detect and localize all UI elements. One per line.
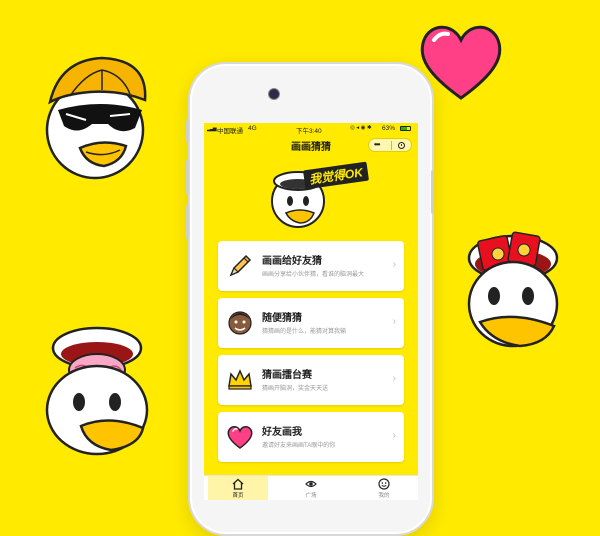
front-camera	[268, 88, 280, 100]
menu-card-title: 画画给好友猜	[262, 256, 322, 267]
smiley-icon	[378, 478, 390, 490]
menu-card-arena[interactable]: 猜画擂台赛 猜画开脑洞，奖金天天送 ›	[218, 355, 404, 405]
battery-label: 63%	[382, 125, 396, 132]
menu-card-title: 随便猜猜	[262, 313, 302, 324]
home-icon	[232, 478, 244, 490]
tab-bar: 首页 广场 我的	[204, 475, 418, 500]
duck-brain-illustration	[45, 326, 149, 456]
clock: 下午3:40	[296, 128, 322, 135]
menu-card-draw-for-friends[interactable]: 画画给好友猜 画画分享给小伙伴猜，看谁的脑洞最大 ›	[218, 241, 404, 291]
nav-bar: 画画猜猜 •••	[204, 135, 418, 155]
menu-card-subtitle: 猜猜画的是什么，能猜对算我输	[262, 329, 347, 335]
chevron-right-icon: ›	[392, 430, 396, 441]
pencil-icon	[229, 254, 252, 277]
tab-mine[interactable]: 我的	[354, 476, 414, 500]
tab-label: 首页	[232, 493, 244, 499]
chevron-right-icon: ›	[392, 316, 396, 327]
chevron-right-icon: ›	[392, 259, 396, 270]
eye-icon	[305, 480, 317, 488]
network-label: 4G	[248, 125, 257, 132]
phone-volume-down-button	[186, 205, 189, 239]
menu-card-subtitle: 画画分享给小伙伴猜，看谁的脑洞最大	[262, 272, 365, 278]
app-screen: ▂▃▅ 中国联通 4G 下午3:40 ◎ ◂ ◉ ✱ 63% 画画猜猜 ••• …	[204, 123, 418, 500]
tab-label: 我的	[378, 493, 390, 499]
chevron-right-icon: ›	[392, 373, 396, 384]
battery-icon	[400, 126, 411, 131]
menu-card-subtitle: 猜画开脑洞，奖金天天送	[262, 386, 329, 392]
menu-card-subtitle: 邀请好友来画画TA眼中的你	[262, 443, 336, 449]
crown-icon	[228, 369, 252, 390]
tab-square[interactable]: 广场	[281, 476, 341, 500]
phone-power-button	[431, 170, 434, 214]
signal-icon: ▂▃▅	[207, 126, 216, 132]
heart-icon	[227, 426, 253, 449]
duck-red-packet-illustration	[467, 231, 559, 348]
phone-side-button	[186, 120, 189, 142]
carrier-label: 中国联通	[217, 128, 243, 135]
status-bar: ▂▃▅ 中国联通 4G 下午3:40 ◎ ◂ ◉ ✱ 63%	[204, 123, 418, 135]
menu-card-title: 好友画我	[262, 427, 302, 438]
capsule-divider	[391, 141, 392, 150]
mini-program-capsule: •••	[368, 138, 412, 152]
more-button[interactable]: •••	[374, 140, 380, 149]
phone-volume-up-button	[186, 160, 189, 194]
tab-home[interactable]: 首页	[208, 476, 268, 500]
duck-sunglasses-illustration	[45, 56, 147, 180]
face-emoji-icon	[228, 311, 252, 335]
menu-card-friends-draw-me[interactable]: 好友画我 邀请好友来画画TA眼中的你 ›	[218, 412, 404, 462]
status-icons: ◎ ◂ ◉ ✱	[350, 125, 372, 131]
close-icon[interactable]	[398, 141, 405, 149]
menu-card-title: 猜画擂台赛	[262, 370, 312, 381]
tab-label: 广场	[305, 493, 317, 499]
menu-card-random-guess[interactable]: 随便猜猜 猜猜画的是什么，能猜对算我输 ›	[218, 298, 404, 348]
